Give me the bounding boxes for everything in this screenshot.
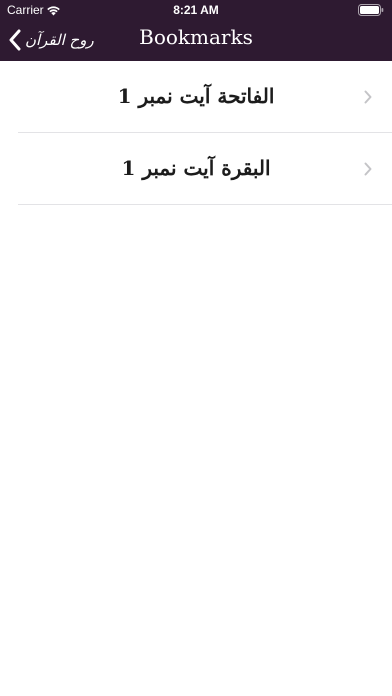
status-bar: Carrier 8:21 AM xyxy=(0,0,392,20)
header: Carrier 8:21 AM روح القرآن Bookmarks xyxy=(0,0,392,61)
battery-icon xyxy=(358,4,384,16)
navigation-bar: روح القرآن Bookmarks xyxy=(0,20,392,61)
chevron-right-icon xyxy=(364,162,372,176)
bookmark-list: الفاتحة آیت نمبر 1 البقرة آیت نمبر 1 xyxy=(0,61,392,205)
list-item-bookmark[interactable]: البقرة آیت نمبر 1 xyxy=(0,133,392,205)
bookmark-label: الفاتحة آیت نمبر 1 xyxy=(117,84,275,108)
status-time: 8:21 AM xyxy=(173,3,219,17)
bookmark-label: البقرة آیت نمبر 1 xyxy=(121,156,271,180)
row-separator xyxy=(18,204,392,205)
page-title: Bookmarks xyxy=(139,25,253,49)
list-item-bookmark[interactable]: الفاتحة آیت نمبر 1 xyxy=(0,61,392,133)
chevron-right-icon xyxy=(364,90,372,104)
